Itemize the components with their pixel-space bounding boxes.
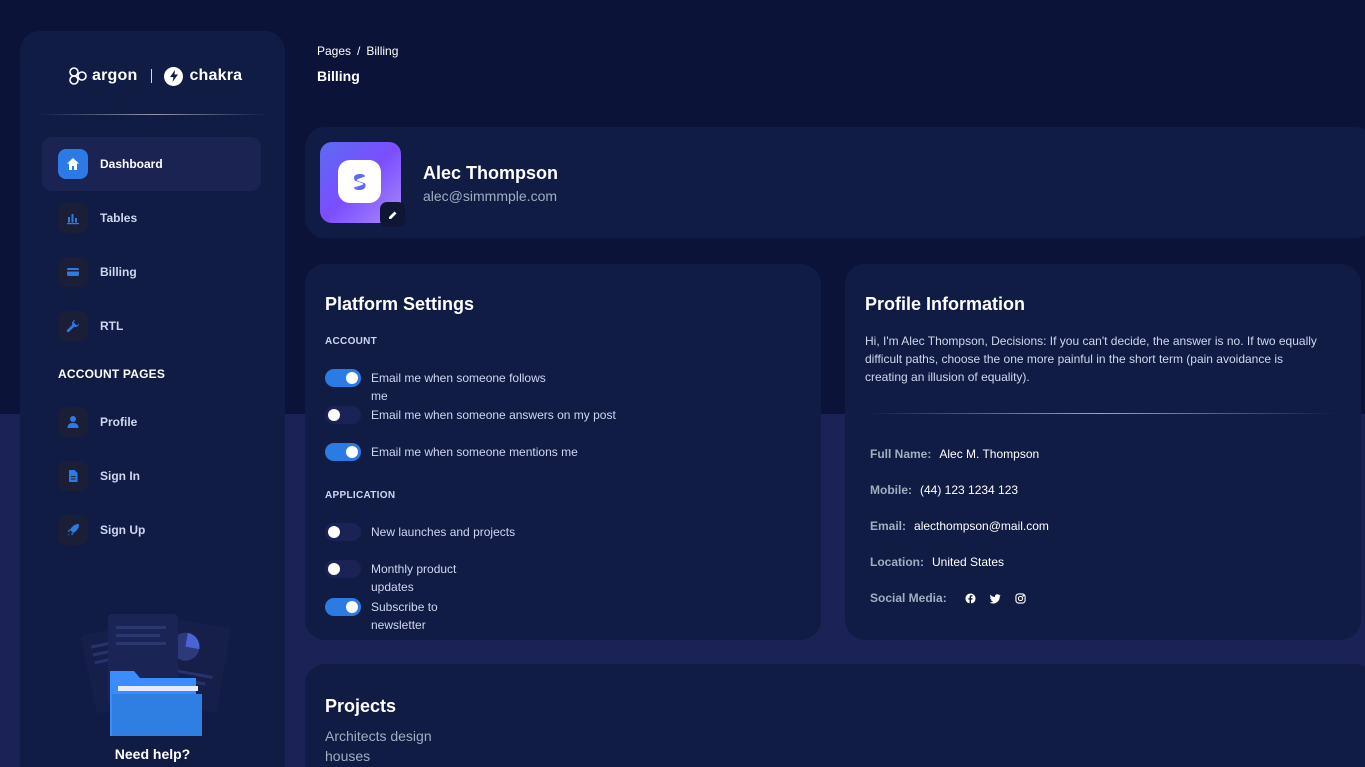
card-title: Projects — [325, 696, 397, 716]
brand-name-right: chakra — [189, 67, 243, 84]
home-icon — [58, 149, 88, 179]
setting-row: Monthly product updates — [325, 560, 471, 596]
info-key: Mobile: — [870, 483, 912, 497]
sidebar-item-label: Sign Up — [100, 523, 146, 537]
info-key: Full Name: — [870, 447, 932, 461]
person-icon — [58, 407, 88, 437]
toggle-switch[interactable] — [325, 443, 361, 461]
twitter-icon[interactable] — [989, 593, 1001, 604]
projects-subtitle: Architects design houses — [325, 728, 432, 764]
sidebar-item-label: Profile — [100, 415, 138, 429]
setting-label: Email me when someone mentions me — [371, 445, 578, 459]
toggle-switch[interactable] — [325, 560, 361, 578]
setting-label: Email me when someone follows me — [371, 371, 546, 403]
chart-bar-icon — [58, 203, 88, 233]
setting-label: Email me when someone answers on my post — [371, 408, 616, 422]
facebook-icon[interactable] — [965, 592, 976, 604]
info-value: (44) 123 1234 123 — [920, 483, 1019, 497]
edit-avatar-button[interactable] — [380, 202, 405, 227]
page-title: Billing — [317, 68, 360, 84]
toggle-knob — [328, 409, 340, 421]
card-title: Platform Settings — [325, 294, 475, 314]
social-links — [965, 592, 1026, 604]
brand-separator — [151, 69, 153, 83]
sidebar-item-label: RTL — [100, 319, 124, 333]
info-key: Location: — [870, 555, 924, 569]
rocket-icon — [58, 515, 88, 545]
toggle-switch[interactable] — [325, 598, 361, 616]
sidebar-item-label: Tables — [100, 211, 138, 225]
breadcrumb-item-billing: Billing — [366, 44, 399, 58]
profile-header-card: Alec Thompson alec@simmmple.com — [305, 127, 1365, 238]
toggle-knob — [346, 446, 358, 458]
info-value: United States — [932, 555, 1005, 569]
breadcrumb-separator: / — [357, 44, 361, 58]
card-title: Profile Information — [865, 294, 1026, 314]
sidebar-item-profile[interactable]: Profile — [42, 395, 261, 449]
info-value: Alec M. Thompson — [939, 447, 1040, 461]
setting-row: Email me when someone follows me — [325, 369, 557, 405]
account-section-label: ACCOUNT — [325, 336, 378, 347]
help-illustration — [70, 606, 240, 754]
avatar-logo-icon — [338, 160, 381, 203]
setting-row: Email me when someone answers on my post — [325, 406, 616, 424]
toggle-knob — [346, 372, 358, 384]
pencil-icon — [388, 211, 396, 219]
instagram-icon[interactable] — [1015, 592, 1026, 604]
sidebar-item-label: Sign In — [100, 469, 140, 483]
divider — [865, 413, 1337, 414]
setting-row: Subscribe to newsletter — [325, 598, 451, 634]
info-row-social: Social Media: — [870, 591, 1026, 605]
brand-name-left: argon — [92, 67, 138, 84]
info-row-mobile: Mobile: (44) 123 1234 123 — [870, 483, 1018, 497]
need-help-title: Need help? — [114, 746, 191, 762]
sidebar-item-sign-in[interactable]: Sign In — [42, 449, 261, 503]
credit-card-icon — [58, 257, 88, 287]
setting-label: Subscribe to newsletter — [371, 600, 438, 632]
setting-label: New launches and projects — [371, 525, 516, 539]
sidebar: argon chakra Dashboard Tables Billing RT… — [20, 31, 285, 767]
sidebar-item-rtl[interactable]: RTL — [42, 299, 261, 353]
toggle-knob — [346, 601, 358, 613]
sidebar-item-label: Billing — [100, 265, 137, 279]
info-key: Social Media: — [870, 591, 947, 605]
document-icon — [58, 461, 88, 491]
toggle-switch[interactable] — [325, 523, 361, 541]
toggle-switch[interactable] — [325, 406, 361, 424]
toggle-switch[interactable] — [325, 369, 361, 387]
profile-information-card: Profile Information Hi, I'm Alec Thompso… — [845, 264, 1361, 640]
setting-row: Email me when someone mentions me — [325, 443, 578, 461]
chakra-logo-icon — [164, 66, 184, 86]
platform-settings-card: Platform Settings ACCOUNT Email me when … — [305, 264, 821, 640]
breadcrumb-item-pages[interactable]: Pages — [317, 44, 351, 58]
info-value: alecthompson@mail.com — [914, 519, 1049, 533]
profile-email: alec@simmmple.com — [423, 188, 558, 204]
projects-card: Projects Architects design houses — [305, 664, 1365, 767]
wrench-icon — [58, 311, 88, 341]
setting-label: Monthly product updates — [371, 562, 457, 594]
argon-logo-icon — [68, 66, 88, 86]
sidebar-item-sign-up[interactable]: Sign Up — [42, 503, 261, 557]
brand[interactable]: argon chakra — [68, 66, 242, 86]
sidebar-item-billing[interactable]: Billing — [42, 245, 261, 299]
profile-description: Hi, I'm Alec Thompson, Decisions: If you… — [865, 334, 1317, 384]
sidebar-item-label: Dashboard — [100, 157, 163, 171]
breadcrumb: Pages / Billing — [317, 44, 398, 58]
sidebar-item-dashboard[interactable]: Dashboard — [42, 137, 261, 191]
toggle-knob — [328, 563, 340, 575]
application-section-label: APPLICATION — [325, 490, 396, 501]
info-row-location: Location: United States — [870, 555, 1004, 569]
divider — [40, 114, 268, 115]
toggle-knob — [328, 526, 340, 538]
info-key: Email: — [870, 519, 907, 533]
section-title: ACCOUNT PAGES — [58, 367, 166, 381]
info-row-full-name: Full Name: Alec M. Thompson — [870, 447, 1039, 461]
profile-name: Alec Thompson — [423, 163, 559, 183]
info-row-email: Email: alecthompson@mail.com — [870, 519, 1049, 533]
sidebar-item-tables[interactable]: Tables — [42, 191, 261, 245]
setting-row: New launches and projects — [325, 523, 515, 541]
